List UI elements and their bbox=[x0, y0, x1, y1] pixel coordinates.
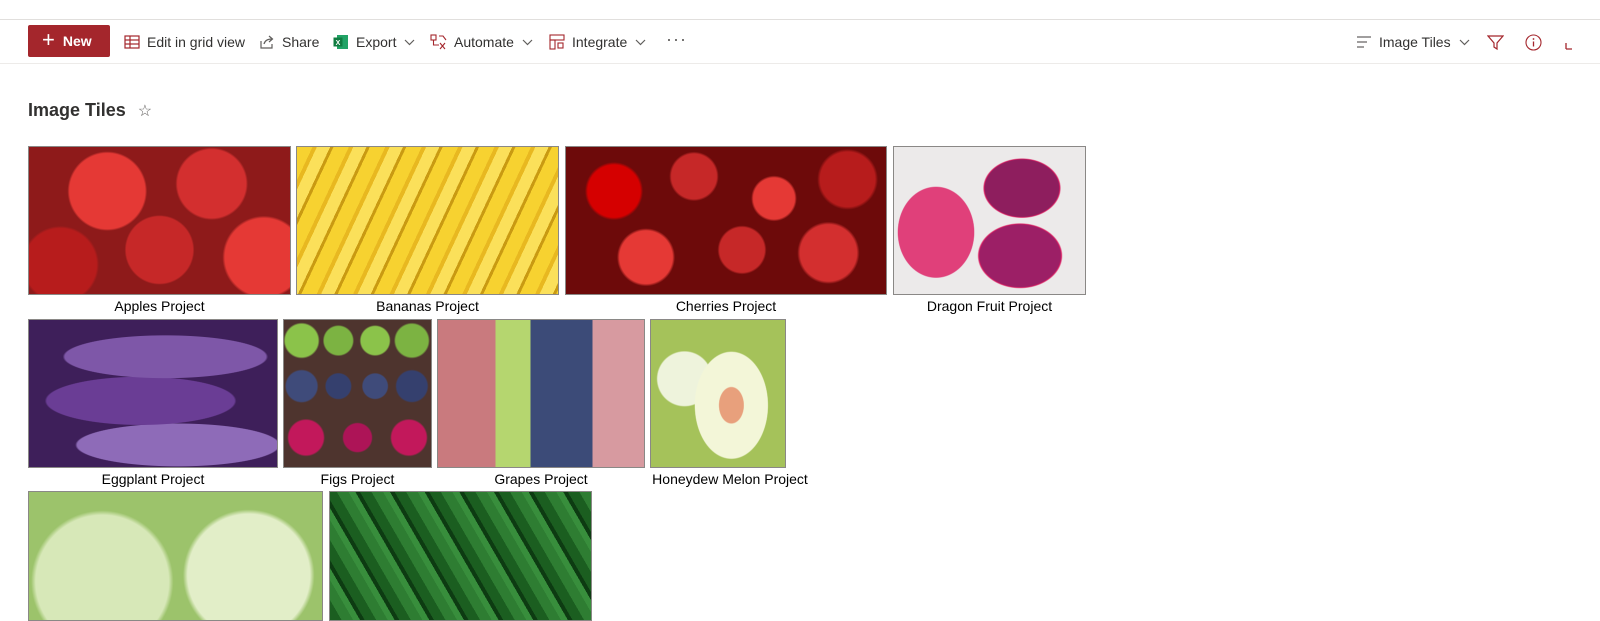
apples-image bbox=[28, 146, 291, 295]
tile-caption: Dragon Fruit Project bbox=[926, 298, 1053, 314]
tile-lettuce[interactable] bbox=[28, 491, 323, 621]
lettuce-image bbox=[28, 491, 323, 621]
more-options-button[interactable]: ··· bbox=[666, 17, 687, 61]
tile-caption: Bananas Project bbox=[376, 298, 479, 314]
peppers-image bbox=[329, 491, 592, 621]
more-icon: ··· bbox=[666, 28, 687, 49]
filter-button[interactable] bbox=[1487, 20, 1504, 64]
tile-caption: Grapes Project bbox=[494, 471, 588, 487]
edit-in-grid-view-label: Edit in grid view bbox=[147, 34, 246, 50]
excel-icon: X bbox=[333, 34, 349, 50]
automate-button[interactable]: Automate bbox=[430, 20, 533, 64]
cherries-image bbox=[565, 146, 887, 295]
eggplant-image bbox=[28, 319, 278, 468]
bananas-image bbox=[296, 146, 559, 295]
share-icon bbox=[259, 34, 275, 50]
figs-image bbox=[283, 319, 432, 468]
plus-icon: + bbox=[42, 27, 55, 52]
view-list-icon bbox=[1356, 35, 1372, 49]
automate-label: Automate bbox=[454, 34, 514, 50]
tile-apples[interactable]: Apples Project bbox=[28, 146, 291, 316]
share-label: Share bbox=[282, 34, 320, 50]
tile-honeydew[interactable]: Honeydew Melon Project bbox=[650, 319, 808, 489]
fullscreen-button[interactable] bbox=[1562, 20, 1576, 64]
tile-grapes[interactable]: Grapes Project bbox=[437, 319, 645, 489]
grid-icon bbox=[124, 34, 140, 50]
chevron-down-icon bbox=[1459, 39, 1470, 46]
chevron-down-icon bbox=[522, 39, 533, 46]
view-selector-label: Image Tiles bbox=[1379, 34, 1451, 50]
export-button[interactable]: X Export bbox=[333, 20, 415, 64]
edit-in-grid-view-button[interactable]: Edit in grid view bbox=[124, 20, 245, 64]
tile-caption: Figs Project bbox=[320, 471, 395, 487]
chevron-down-icon bbox=[404, 39, 415, 46]
info-icon bbox=[1525, 33, 1542, 51]
automate-icon bbox=[430, 34, 447, 50]
filter-icon bbox=[1487, 34, 1504, 51]
new-button-label: New bbox=[62, 33, 92, 49]
tile-caption: Cherries Project bbox=[675, 298, 777, 314]
new-button[interactable]: + New bbox=[28, 25, 110, 57]
favorite-star-icon[interactable]: ☆ bbox=[138, 101, 152, 121]
tile-bananas[interactable]: Bananas Project bbox=[296, 146, 559, 316]
expand-icon bbox=[1562, 34, 1576, 51]
tile-peppers[interactable] bbox=[329, 491, 592, 621]
info-button[interactable] bbox=[1525, 20, 1542, 64]
share-button[interactable]: Share bbox=[259, 20, 319, 64]
tile-caption: Honeydew Melon Project bbox=[652, 471, 808, 487]
tile-eggplant[interactable]: Eggplant Project bbox=[28, 319, 278, 489]
integrate-button[interactable]: Integrate bbox=[549, 20, 646, 64]
page-title-text: Image Tiles bbox=[28, 100, 126, 120]
tile-caption: Apples Project bbox=[114, 298, 205, 314]
command-bar: + New Edit in grid view Share X Export A… bbox=[0, 20, 1600, 64]
page-title: Image Tiles ☆ bbox=[28, 100, 152, 121]
tile-cherries[interactable]: Cherries Project bbox=[565, 146, 887, 316]
integrate-icon bbox=[549, 34, 565, 50]
view-selector[interactable]: Image Tiles bbox=[1356, 20, 1470, 64]
chevron-down-icon bbox=[635, 39, 646, 46]
dragon-fruit-image bbox=[893, 146, 1086, 295]
export-label: Export bbox=[356, 34, 397, 50]
honeydew-image bbox=[650, 319, 786, 468]
tile-figs[interactable]: Figs Project bbox=[283, 319, 432, 489]
grapes-image bbox=[437, 319, 645, 468]
tile-dragon-fruit[interactable]: Dragon Fruit Project bbox=[893, 146, 1086, 316]
integrate-label: Integrate bbox=[572, 34, 628, 50]
tile-caption: Eggplant Project bbox=[101, 471, 205, 487]
svg-text:X: X bbox=[336, 40, 341, 47]
